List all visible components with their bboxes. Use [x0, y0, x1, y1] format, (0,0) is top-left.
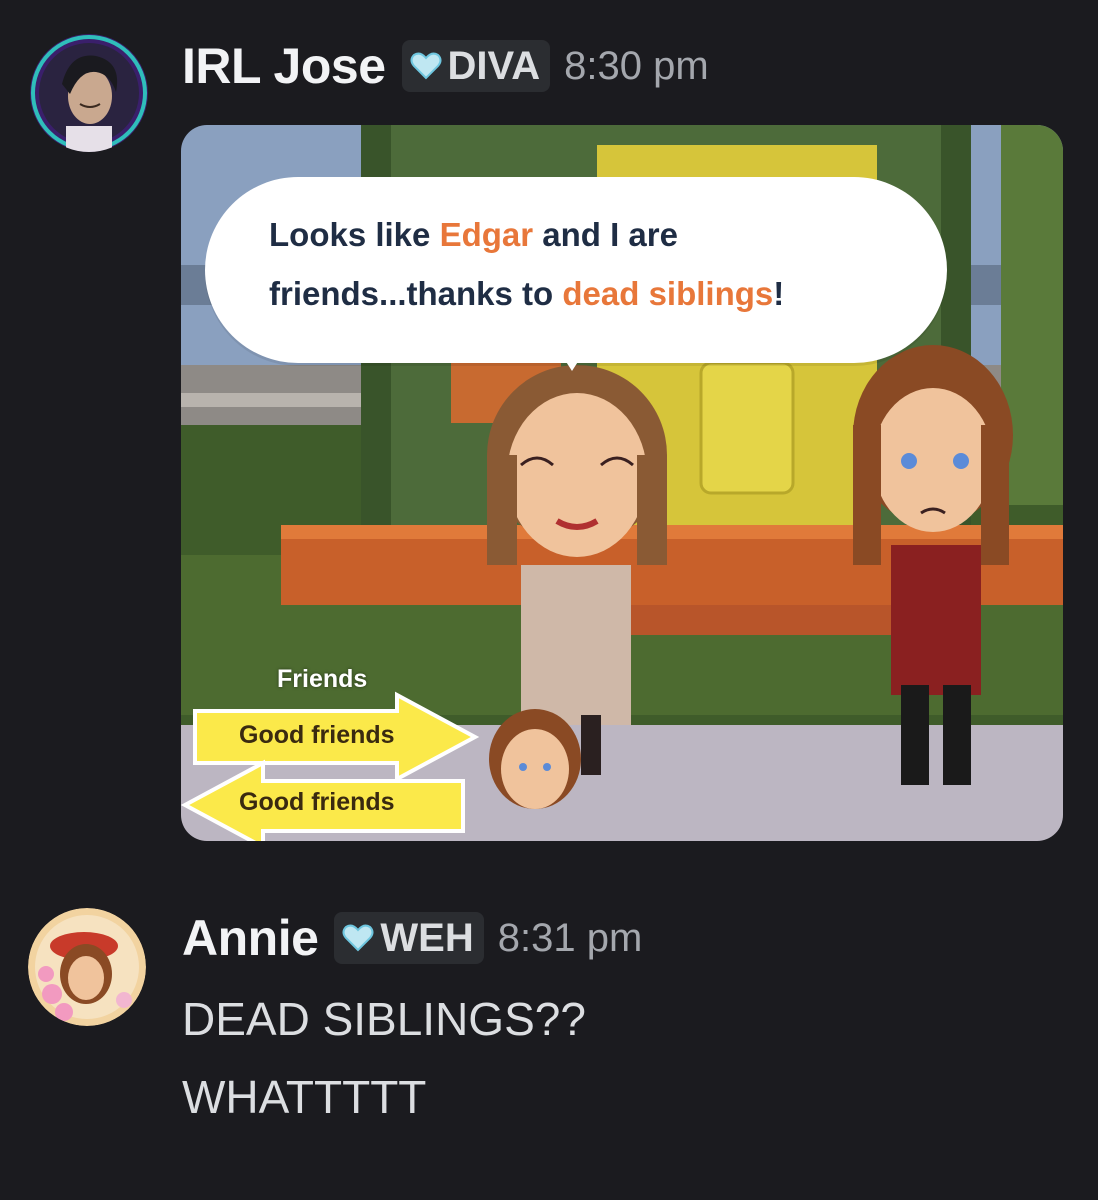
- heart-icon: [410, 52, 441, 80]
- tag-label: WEH: [380, 915, 474, 960]
- message-header: IRL Jose DIVA 8:30 pm: [182, 34, 709, 98]
- role-tag[interactable]: DIVA: [401, 40, 551, 92]
- message-text-line: DEAD SIBLINGS??: [182, 993, 586, 1045]
- speech-bubble: Looks like Edgar and I are friends...tha…: [205, 177, 947, 363]
- relationship-title: Friends: [277, 665, 368, 693]
- relationship-label-1: Good friends: [239, 721, 395, 749]
- role-tag[interactable]: WEH: [334, 912, 484, 964]
- heart-icon: [342, 924, 374, 952]
- username[interactable]: IRL Jose: [182, 37, 386, 95]
- speech-bubble-tail: [563, 357, 581, 371]
- tag-label: DIVA: [447, 43, 541, 88]
- character-head-icon: [489, 709, 581, 809]
- message-text-line: WHATTTTT: [182, 1071, 427, 1123]
- timestamp: 8:31 pm: [497, 915, 643, 960]
- message-header: Annie WEH 8:31 pm: [182, 906, 642, 970]
- timestamp: 8:30 pm: [564, 43, 709, 88]
- avatar[interactable]: [28, 908, 146, 1026]
- image-attachment[interactable]: Looks like Edgar and I are friends...tha…: [181, 125, 1063, 841]
- speech-text: Looks like Edgar and I are friends...tha…: [269, 216, 785, 312]
- relationship-label-2: Good friends: [239, 788, 395, 816]
- username[interactable]: Annie: [182, 909, 319, 967]
- avatar[interactable]: [30, 34, 148, 152]
